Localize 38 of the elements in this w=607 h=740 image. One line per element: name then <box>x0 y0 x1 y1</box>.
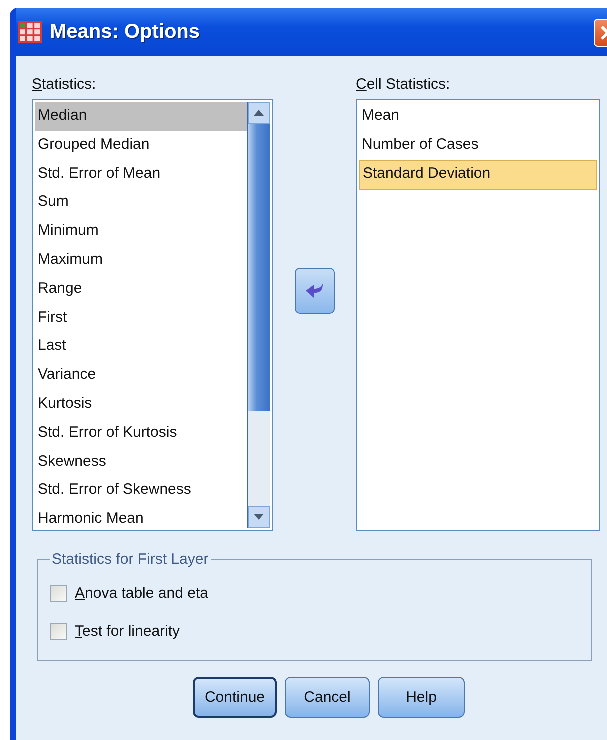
checkbox[interactable] <box>50 622 67 640</box>
scrollbar[interactable] <box>247 102 270 528</box>
list-item[interactable]: Sum <box>35 188 247 218</box>
checkbox[interactable] <box>50 584 67 602</box>
scroll-thumb[interactable] <box>248 411 270 506</box>
list-item[interactable]: Number of Cases <box>359 130 597 160</box>
list-item[interactable]: Mean <box>359 102 597 131</box>
list-item[interactable]: Variance <box>35 361 247 390</box>
list-item[interactable]: Std. Error of Kurtosis <box>35 418 247 448</box>
list-item[interactable]: Standard Deviation <box>359 160 597 190</box>
list-label: Statistics: <box>32 76 96 93</box>
list-item[interactable]: Skewness <box>35 448 247 476</box>
checkbox-option[interactable]: Test for linearity <box>50 612 180 650</box>
list-item[interactable]: Harmonic Mean <box>35 505 247 534</box>
list-item[interactable]: Std. Error of Skewness <box>35 476 247 506</box>
list-item[interactable]: Range <box>35 274 247 304</box>
list-item[interactable]: Kurtosis <box>35 390 247 419</box>
list-item[interactable]: Std. Error of Mean <box>35 160 247 188</box>
list-label: Cell Statistics: <box>356 76 450 93</box>
list-item[interactable]: Minimum <box>35 217 247 246</box>
dialog-button[interactable]: Continue <box>193 677 277 718</box>
scroll-down-icon[interactable] <box>248 506 270 528</box>
arrow-icon <box>304 282 324 300</box>
checkbox-option[interactable]: Anova table and eta <box>50 574 208 612</box>
dialog-button[interactable]: Help <box>378 677 465 718</box>
list-box[interactable]: Median Grouped Median Std. Error of Mean Sum Minimum Maximum Range First Last Variance Kurtosis Std. Error of Kurtosis Skewness Std. Error of Skewness Harmonic Mean <box>32 99 273 531</box>
move-arrow-button[interactable] <box>294 268 334 314</box>
list-item[interactable]: Maximum <box>35 246 247 275</box>
list-box[interactable]: Mean Number of Cases Standard Deviation <box>356 99 600 531</box>
scroll-up-icon[interactable] <box>248 102 270 124</box>
list-item[interactable]: Median <box>35 102 247 131</box>
app-icon <box>18 21 42 43</box>
list-item[interactable]: First <box>35 304 247 332</box>
window-title: Means: Options <box>50 20 200 44</box>
list-item[interactable]: Grouped Median <box>35 130 247 160</box>
group-title: Statistics for First Layer <box>51 551 210 568</box>
dialog-button[interactable]: Cancel <box>285 677 370 718</box>
list-item[interactable]: Last <box>35 332 247 362</box>
